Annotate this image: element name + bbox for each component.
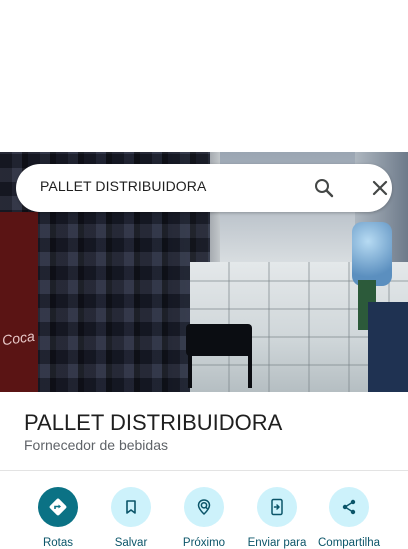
share-button[interactable]: Compartilha xyxy=(309,487,389,549)
place-title: PALLET DISTRIBUIDORA xyxy=(24,410,283,435)
water-bottles xyxy=(352,222,392,286)
chair xyxy=(186,324,252,356)
red-crate: Coca xyxy=(0,212,38,392)
search-bar[interactable]: PALLET DISTRIBUIDORA xyxy=(16,164,392,212)
photo-logo-text: Coca xyxy=(1,327,36,349)
search-query[interactable]: PALLET DISTRIBUIDORA xyxy=(40,178,206,194)
save-button[interactable]: Salvar xyxy=(91,487,171,549)
chair-leg xyxy=(248,352,252,388)
send-to-phone-button[interactable]: Enviar para xyxy=(237,487,317,549)
directions-button[interactable]: Rotas xyxy=(18,487,98,549)
share-label: Compartilha xyxy=(318,537,380,549)
nearby-label: Próximo xyxy=(182,537,226,549)
divider xyxy=(0,470,408,471)
send-to-phone-label: Enviar para xyxy=(247,537,307,549)
blue-crates xyxy=(368,302,408,392)
share-icon xyxy=(329,487,369,527)
top-blank-area xyxy=(0,0,408,152)
nearby-button[interactable]: Próximo xyxy=(164,487,244,549)
place-category: Fornecedor de bebidas xyxy=(24,437,168,453)
search-icon[interactable] xyxy=(312,176,336,200)
nearby-icon xyxy=(184,487,224,527)
save-label: Salvar xyxy=(114,537,148,549)
chair-leg xyxy=(188,352,192,388)
action-bar: Rotas Salvar Próximo Enviar para Compart… xyxy=(0,487,408,549)
directions-icon xyxy=(38,487,78,527)
directions-label: Rotas xyxy=(42,537,74,549)
close-icon[interactable] xyxy=(368,176,392,200)
bookmark-icon xyxy=(111,487,151,527)
send-to-phone-icon xyxy=(257,487,297,527)
